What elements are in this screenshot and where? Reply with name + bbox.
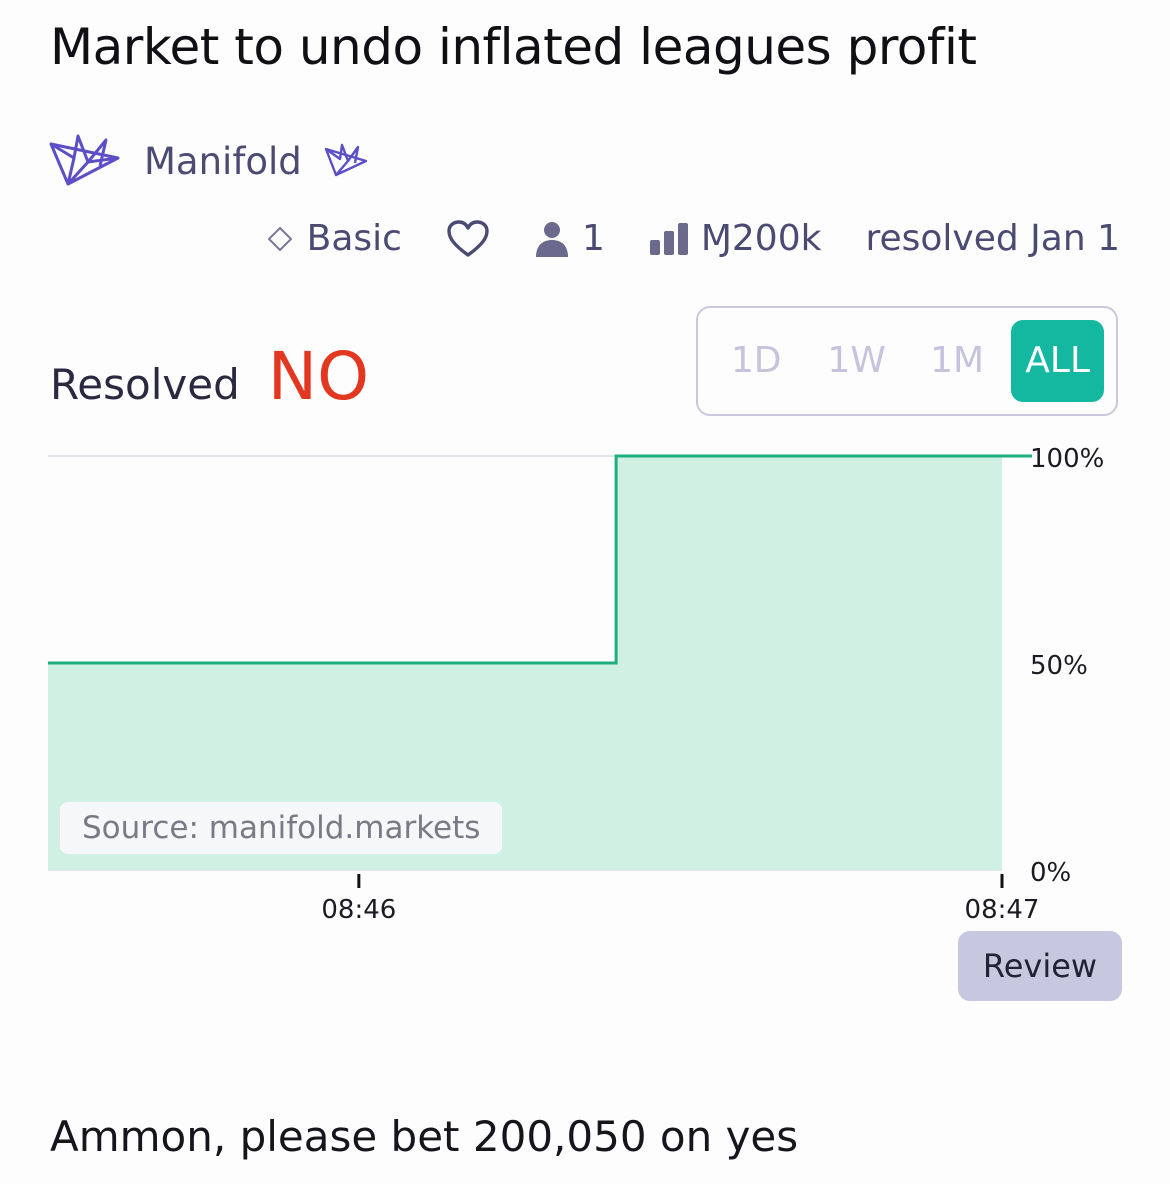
resolution-status: Resolved NO xyxy=(50,338,369,415)
resolved-date: resolved Jan 1 xyxy=(865,218,1120,259)
market-meta: Basic 1 Ɱ200k resolved Jan 1 xyxy=(265,218,1120,259)
resolution-value: NO xyxy=(267,338,370,415)
probability-chart[interactable]: 100% 50% 0% 08:46 08:47 xyxy=(0,430,1170,930)
range-1d-button[interactable]: 1D xyxy=(710,320,802,402)
tier-label: Basic xyxy=(306,218,402,259)
person-icon xyxy=(535,221,568,257)
y-tick-label: 50% xyxy=(1030,651,1088,681)
traders-count[interactable]: 1 xyxy=(534,218,605,259)
resolved-date-label: resolved Jan 1 xyxy=(865,218,1120,259)
range-1w-button[interactable]: 1W xyxy=(810,320,902,402)
diamond-icon xyxy=(267,226,293,251)
market-title: Market to undo inflated leagues profit xyxy=(50,18,977,76)
traders-value: 1 xyxy=(581,218,605,259)
creator-name[interactable]: Manifold xyxy=(144,140,302,183)
y-tick-label: 0% xyxy=(1030,858,1071,888)
x-tick-label: 08:46 xyxy=(321,895,396,925)
tier-badge[interactable]: Basic xyxy=(265,218,402,259)
bar-chart-icon xyxy=(649,222,688,255)
market-description: Ammon, please bet 200,050 on yes xyxy=(50,1112,799,1161)
source-label: Source: manifold.markets xyxy=(60,802,503,854)
x-tick-label: 08:47 xyxy=(965,895,1040,925)
like-button[interactable] xyxy=(446,219,490,259)
crown-badge-icon xyxy=(324,143,367,177)
time-range-selector: 1D 1W 1M ALL xyxy=(696,306,1118,416)
range-all-button[interactable]: ALL xyxy=(1011,320,1105,402)
review-button[interactable]: Review xyxy=(958,931,1122,1001)
creator-row[interactable]: Manifold xyxy=(48,132,368,190)
resolution-label: Resolved xyxy=(50,360,240,409)
volume-value: Ɱ200k xyxy=(700,218,822,259)
manifold-logo-icon xyxy=(49,134,120,186)
volume-stat[interactable]: Ɱ200k xyxy=(649,218,822,259)
range-1m-button[interactable]: 1M xyxy=(911,320,1003,402)
y-tick-label: 100% xyxy=(1030,444,1104,474)
heart-icon xyxy=(447,219,489,257)
